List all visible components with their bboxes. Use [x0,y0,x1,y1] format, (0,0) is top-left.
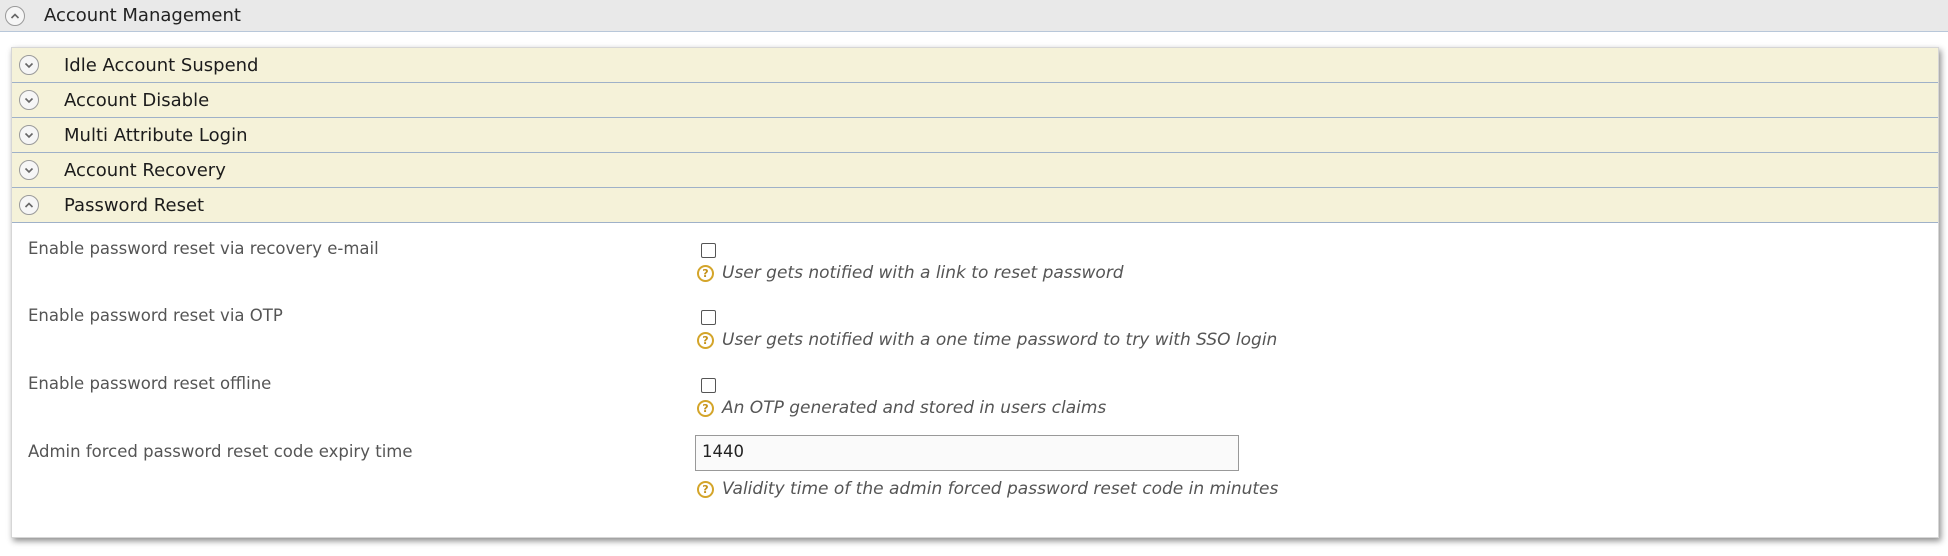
help-line: ? User gets notified with a link to rese… [697,263,1124,283]
section-label: Password Reset [64,194,205,216]
otp-checkbox[interactable] [701,310,716,325]
help-text: User gets notified with a one time passw… [722,330,1278,350]
chevron-up-icon[interactable] [5,5,25,26]
offline-checkbox[interactable] [701,378,716,393]
field-label: Admin forced password reset code expiry … [28,442,413,461]
help-line: ? An OTP generated and stored in users c… [697,398,1106,418]
field-label: Enable password reset via OTP [28,306,283,325]
section-label: Multi Attribute Login [64,124,248,146]
chevron-down-icon[interactable] [19,55,39,75]
account-management-panel: Idle Account Suspend Account Disable Mul… [11,47,1939,538]
section-label: Account Disable [64,89,210,111]
help-line: ? Validity time of the admin forced pass… [697,479,1278,499]
password-reset-content: Enable password reset via recovery e-mai… [12,223,1938,538]
section-password-reset[interactable]: Password Reset [12,188,1938,223]
recovery-email-checkbox[interactable] [701,243,716,258]
expiry-time-input[interactable]: 1440 [695,435,1239,471]
help-icon: ? [697,399,714,417]
help-text: Validity time of the admin forced passwo… [722,479,1279,499]
section-account-recovery[interactable]: Account Recovery [12,153,1938,188]
section-multi-attribute-login[interactable]: Multi Attribute Login [12,118,1938,153]
section-account-disable[interactable]: Account Disable [12,83,1938,118]
help-icon: ? [697,480,714,498]
field-label: Enable password reset offline [28,374,272,393]
page-title: Account Management [44,5,241,26]
account-management-header[interactable]: Account Management [0,0,1948,32]
chevron-down-icon[interactable] [19,90,39,110]
section-label: Account Recovery [64,159,226,181]
chevron-down-icon[interactable] [19,160,39,180]
help-icon: ? [697,331,714,349]
help-text: An OTP generated and stored in users cla… [722,398,1107,418]
section-label: Idle Account Suspend [64,54,259,76]
section-idle-account-suspend[interactable]: Idle Account Suspend [12,48,1938,83]
chevron-down-icon[interactable] [19,125,39,145]
chevron-up-icon[interactable] [19,195,39,215]
help-text: User gets notified with a link to reset … [722,263,1124,283]
help-line: ? User gets notified with a one time pas… [697,330,1277,350]
field-label: Enable password reset via recovery e-mai… [28,239,379,258]
help-icon: ? [697,264,714,282]
